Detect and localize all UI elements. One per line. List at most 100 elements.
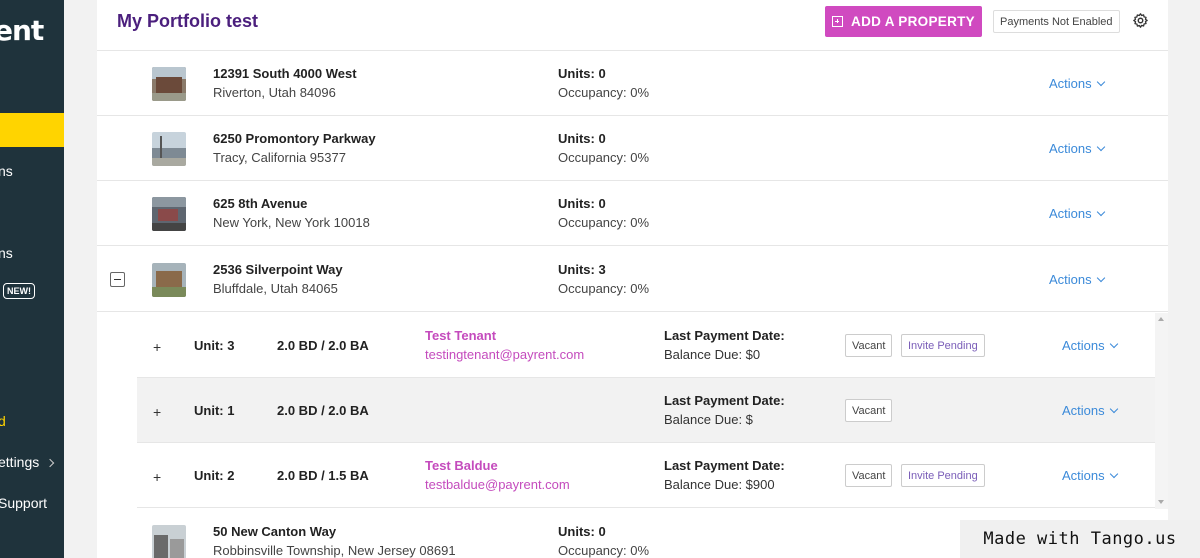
sidebar-active-item[interactable] (0, 113, 64, 147)
property-address: Bluffdale, Utah 84065 (213, 281, 338, 296)
property-name[interactable]: 12391 South 4000 West (213, 66, 357, 81)
actions-dropdown[interactable]: Actions (1049, 141, 1105, 156)
tenant-email[interactable]: testingtenant@payrent.com (425, 347, 584, 362)
property-occupancy: Occupancy: 0% (558, 215, 650, 230)
actions-dropdown[interactable]: Actions (1062, 468, 1118, 483)
property-occupancy: Occupancy: 0% (558, 85, 650, 100)
add-property-label: ADD A PROPERTY (851, 14, 975, 29)
chevron-down-icon (1096, 273, 1105, 282)
scroll-down-arrow[interactable] (1158, 500, 1164, 504)
portfolio-header: My Portfolio test ADD A PROPERTY Payment… (97, 0, 1168, 51)
chevron-right-icon (45, 458, 55, 468)
app-logo: ent (0, 14, 44, 47)
property-occupancy: Occupancy: 0% (558, 150, 650, 165)
chevron-down-icon (1096, 142, 1105, 151)
property-occupancy: Occupancy: 0% (558, 543, 650, 558)
actions-dropdown[interactable]: Actions (1049, 206, 1105, 221)
unit-bed-bath: 2.0 BD / 1.5 BA (277, 468, 369, 483)
property-units: Units: 0 (558, 66, 606, 81)
chevron-down-icon (1109, 469, 1118, 478)
vacant-tag: Vacant (845, 334, 893, 357)
property-row[interactable]: 625 8th Avenue New York, New York 10018 … (97, 181, 1168, 246)
gear-icon[interactable] (1132, 12, 1149, 29)
actions-dropdown[interactable]: Actions (1062, 338, 1118, 353)
property-row[interactable]: 2536 Silverpoint Way Bluffdale, Utah 840… (97, 247, 1168, 312)
property-address: New York, New York 10018 (213, 215, 370, 230)
property-name[interactable]: 2536 Silverpoint Way (213, 262, 343, 277)
property-photo (152, 525, 186, 558)
tenant-name[interactable]: Test Baldue (425, 458, 498, 473)
sidebar-item-1[interactable]: ns (0, 163, 13, 179)
property-units: Units: 0 (558, 131, 606, 146)
chevron-down-icon (1109, 339, 1118, 348)
new-badge: NEW! (3, 283, 35, 299)
expand-icon[interactable]: + (153, 469, 161, 485)
unit-row[interactable]: + Unit: 2 2.0 BD / 1.5 BA Test Baldue te… (137, 443, 1155, 508)
property-row[interactable]: 6250 Promontory Parkway Tracy, Californi… (97, 116, 1168, 181)
last-payment-label: Last Payment Date: (664, 458, 785, 473)
property-name[interactable]: 625 8th Avenue (213, 196, 307, 211)
plus-square-icon (832, 16, 844, 27)
chevron-down-icon (1096, 207, 1105, 216)
property-units: Units: 3 (558, 262, 606, 277)
actions-label: Actions (1049, 206, 1092, 221)
sidebar: ent ns ns NEW! d ettings Support (0, 0, 64, 558)
unit-row[interactable]: + Unit: 1 2.0 BD / 2.0 BA Last Payment D… (137, 378, 1155, 443)
vacant-tag: Vacant (845, 399, 893, 422)
tenant-email[interactable]: testbaldue@payrent.com (425, 477, 570, 492)
balance-due: Balance Due: $0 (664, 347, 761, 362)
property-units: Units: 0 (558, 196, 606, 211)
last-payment-label: Last Payment Date: (664, 393, 785, 408)
property-address: Robbinsville Township, New Jersey 08691 (213, 543, 456, 558)
expand-icon[interactable]: + (153, 404, 161, 420)
unit-number: Unit: 1 (194, 403, 235, 418)
property-photo (152, 67, 186, 101)
unit-bed-bath: 2.0 BD / 2.0 BA (277, 403, 369, 418)
expand-icon[interactable]: + (153, 339, 161, 355)
actions-dropdown[interactable]: Actions (1049, 272, 1105, 287)
sidebar-item-2[interactable]: ns (0, 245, 13, 261)
balance-due: Balance Due: $900 (664, 477, 775, 492)
unit-bed-bath: 2.0 BD / 2.0 BA (277, 338, 369, 353)
actions-label: Actions (1062, 403, 1105, 418)
portfolio-panel: My Portfolio test ADD A PROPERTY Payment… (97, 0, 1168, 558)
invite-pending-tag: Invite Pending (901, 464, 985, 487)
sidebar-item-3[interactable]: d (0, 413, 6, 429)
tango-watermark: Made with Tango.us (960, 520, 1200, 558)
sidebar-item-settings[interactable]: ettings (0, 454, 55, 470)
balance-due: Balance Due: $ (664, 412, 753, 427)
last-payment-label: Last Payment Date: (664, 328, 785, 343)
actions-label: Actions (1049, 272, 1092, 287)
payments-status-badge[interactable]: Payments Not Enabled (993, 10, 1120, 33)
page-title: My Portfolio test (117, 11, 259, 31)
actions-label: Actions (1049, 141, 1092, 156)
property-units: Units: 0 (558, 524, 606, 539)
actions-label: Actions (1062, 338, 1105, 353)
property-occupancy: Occupancy: 0% (558, 281, 650, 296)
chevron-down-icon (1109, 404, 1118, 413)
sidebar-item-settings-label: ettings (0, 454, 40, 470)
add-property-button[interactable]: ADD A PROPERTY (825, 6, 982, 37)
collapse-toggle[interactable] (110, 272, 125, 287)
actions-label: Actions (1062, 468, 1105, 483)
property-address: Riverton, Utah 84096 (213, 85, 336, 100)
unit-row[interactable]: + Unit: 3 2.0 BD / 2.0 BA Test Tenant te… (137, 313, 1155, 378)
property-photo (152, 197, 186, 231)
scroll-up-arrow[interactable] (1158, 317, 1164, 321)
unit-list-scrollbar[interactable] (1155, 313, 1168, 509)
property-name[interactable]: 6250 Promontory Parkway (213, 131, 376, 146)
unit-number: Unit: 2 (194, 468, 235, 483)
property-row[interactable]: 12391 South 4000 West Riverton, Utah 840… (97, 51, 1168, 116)
actions-dropdown[interactable]: Actions (1062, 403, 1118, 418)
actions-label: Actions (1049, 76, 1092, 91)
property-photo (152, 263, 186, 297)
property-name[interactable]: 50 New Canton Way (213, 524, 336, 539)
actions-dropdown[interactable]: Actions (1049, 76, 1105, 91)
invite-pending-tag: Invite Pending (901, 334, 985, 357)
property-photo (152, 132, 186, 166)
sidebar-item-support[interactable]: Support (0, 495, 47, 511)
tenant-name[interactable]: Test Tenant (425, 328, 496, 343)
chevron-down-icon (1096, 77, 1105, 86)
vacant-tag: Vacant (845, 464, 893, 487)
unit-number: Unit: 3 (194, 338, 235, 353)
